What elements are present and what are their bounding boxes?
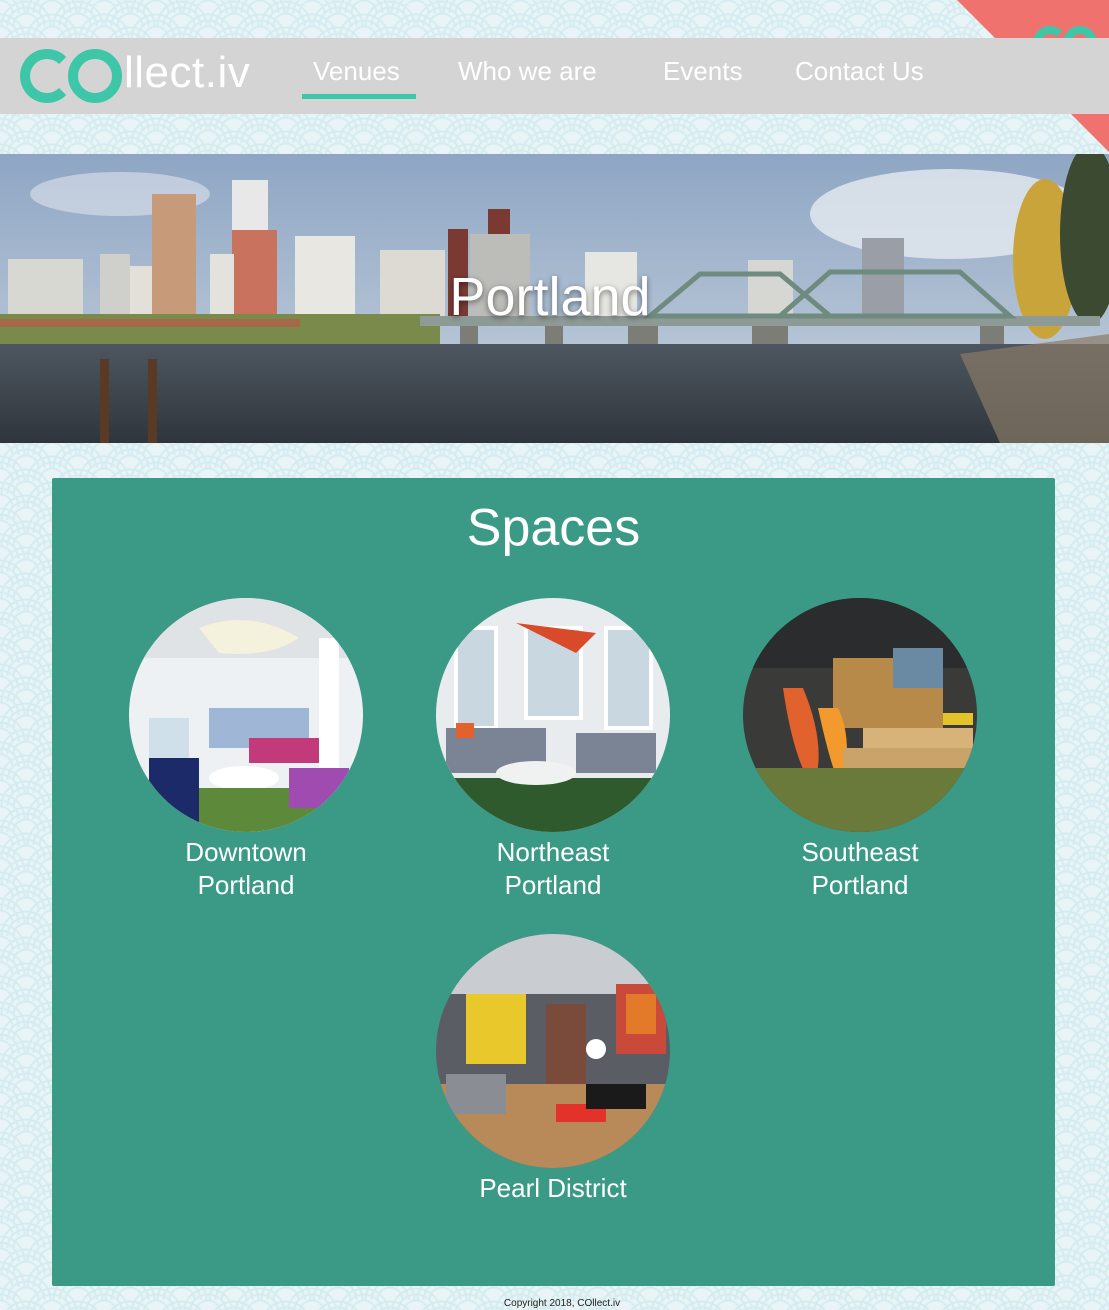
space-card-pearl-district[interactable]: Pearl District bbox=[423, 934, 683, 1205]
northeast-space-photo[interactable] bbox=[436, 598, 670, 832]
co-logo-mark-icon bbox=[20, 49, 122, 103]
hero-banner: Portland bbox=[0, 154, 1109, 443]
logo-text: llect.iv bbox=[124, 48, 251, 97]
downtown-space-photo[interactable] bbox=[129, 598, 363, 832]
space-label: Pearl District bbox=[479, 1173, 627, 1203]
city-title: Portland bbox=[449, 267, 651, 327]
space-card-southeast[interactable]: Southeast Portland bbox=[730, 598, 990, 902]
nav-events[interactable]: Events bbox=[663, 56, 743, 87]
pearl-district-space-photo[interactable] bbox=[436, 934, 670, 1168]
spaces-panel: Spaces Downtown Portland Northeast Portl… bbox=[52, 478, 1055, 1286]
space-card-downtown[interactable]: Downtown Portland bbox=[116, 598, 376, 902]
collectiv-logo[interactable]: llect.iv bbox=[20, 46, 250, 106]
copyright-footer: Copyright 2018, COllect.iv bbox=[503, 1298, 621, 1309]
space-label: Southeast Portland bbox=[801, 837, 919, 900]
top-navigation-bar: llect.iv Venues Who we are Events Contac… bbox=[0, 38, 1109, 114]
spaces-heading: Spaces bbox=[466, 499, 641, 557]
nav-who-we-are[interactable]: Who we are bbox=[458, 56, 597, 87]
nav-venues[interactable]: Venues bbox=[302, 56, 416, 99]
space-card-northeast[interactable]: Northeast Portland bbox=[423, 598, 683, 902]
nav-contact-us[interactable]: Contact Us bbox=[795, 56, 924, 87]
space-label: Northeast Portland bbox=[496, 837, 610, 900]
space-label: Downtown Portland bbox=[185, 837, 307, 900]
southeast-space-photo[interactable] bbox=[743, 598, 977, 832]
